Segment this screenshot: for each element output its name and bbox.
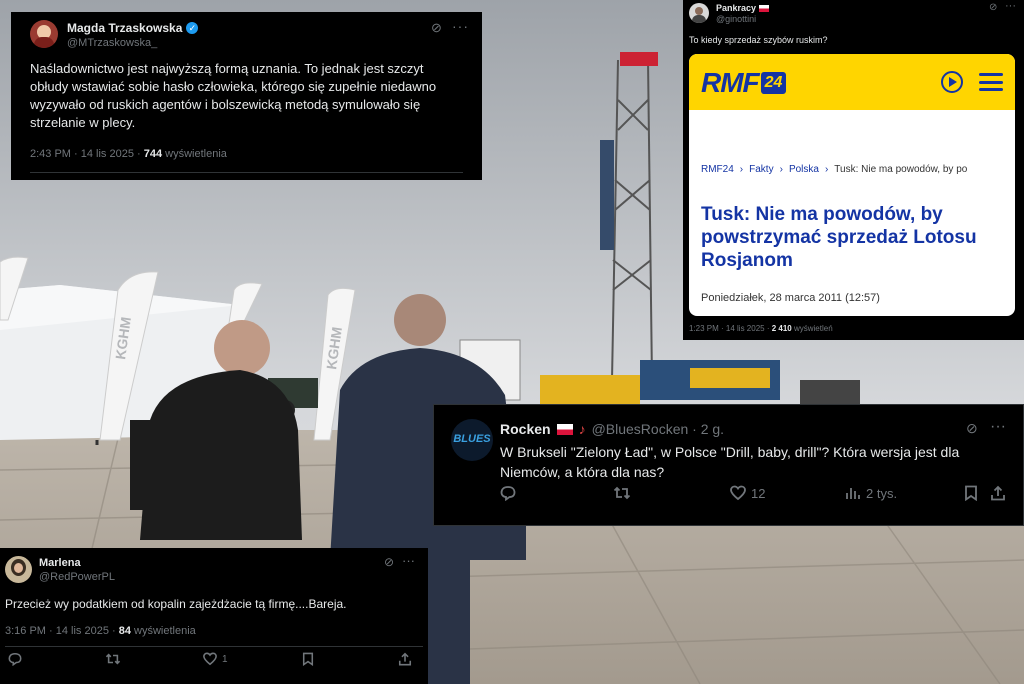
avatar-text: BLUES [453,433,491,445]
reply-icon [500,486,516,501]
view-label: wyświetlenia [130,625,196,637]
breadcrumb: RMF24 › Fakty › Polska › Tusk: Nie ma po… [701,164,967,175]
breadcrumb-item[interactable]: Polska [789,164,819,175]
tweet-time[interactable]: 3:16 PM · 14 lis 2025 · [5,625,119,637]
author-handle[interactable]: @MTrzaskowska_ [67,37,157,49]
bookmark-button[interactable] [302,652,314,666]
avatar[interactable] [689,3,709,23]
like-count: 1 [222,653,228,665]
play-circle-icon[interactable] [941,71,963,93]
poland-flag-icon [759,4,770,12]
views-chart-icon [846,488,860,499]
more-options-icon[interactable]: ··· [402,553,415,568]
link-preview-card[interactable]: RMF 24 RMF24 › Fakty › Polska › Tusk: Ni… [689,54,1015,316]
tweet-card-pankracy: Pankracy @ginottini ⊘ ··· To kiedy sprze… [683,0,1024,340]
share-icon [398,652,412,666]
view-label: wyświetleń [791,324,833,333]
share-button[interactable] [398,652,412,666]
grok-icon[interactable]: ⊘ [384,555,394,569]
avatar[interactable] [30,20,58,48]
author-name[interactable]: Pankracy [716,3,756,13]
more-options-icon[interactable]: ··· [990,418,1006,436]
repost-button[interactable] [613,485,631,501]
rmf-logo-number: 24 [760,72,787,94]
tweet-text: To kiedy sprzedaż szybów ruskim? [689,35,828,45]
author-handle[interactable]: @BluesRocken · 2 g. [592,421,725,437]
repost-icon [613,486,631,500]
rmf24-logo[interactable]: RMF 24 [701,67,787,99]
share-icon [991,485,1005,501]
rmf-logo-text: RMF [701,67,760,98]
divider [30,172,463,173]
verified-badge-icon: ✓ [186,22,199,34]
views-count: 2 tys. [866,485,898,501]
tweet-text: Naśladownictwo jest najwyższą formą uzna… [30,61,437,130]
chevron-right-icon: › [739,164,744,175]
like-button[interactable]: 12 [730,485,765,501]
heart-icon [203,652,217,666]
divider [5,646,423,647]
reply-button[interactable] [8,652,22,666]
breadcrumb-item: Tusk: Nie ma powodów, by po [834,164,968,175]
view-label: wyświetlenia [162,148,227,160]
poland-flag-icon [556,423,573,435]
tweet-text: Przecież wy podatkiem od kopalin zajeżdż… [5,597,347,611]
article-headline[interactable]: Tusk: Nie ma powodów, by powstrzymać spr… [701,203,1001,272]
tweet-meta: 1:23 PM · 14 lis 2025 · 2 410 wyświetleń [689,324,833,333]
reply-icon [8,652,22,666]
more-options-icon[interactable]: ··· [1005,0,1016,12]
tweet-card-magda: Magda Trzaskowska ✓ @MTrzaskowska_ ⊘ ···… [11,12,482,180]
author-name[interactable]: Magda Trzaskowska [67,21,182,35]
rmf-header: RMF 24 [689,54,1015,110]
grok-icon[interactable]: ⊘ [966,420,978,437]
view-count: 744 [143,148,163,160]
article-date: Poniedziałek, 28 marca 2011 (12:57) [701,292,880,304]
tweet-meta: 2:43 PM · 14 lis 2025 · 744 wyświetlenia [30,148,227,160]
chevron-right-icon: › [779,164,783,175]
grok-icon[interactable]: ⊘ [431,20,442,36]
breadcrumb-item[interactable]: Fakty [749,164,773,175]
bookmark-icon [302,652,314,666]
tweet-card-marlena: Marlena @RedPowerPL ⊘ ··· Przecież wy po… [0,548,428,684]
tweet-card-rocken: BLUES Rocken ♪ @BluesRocken · 2 g. ⊘ ···… [433,404,1024,526]
breadcrumb-item[interactable]: RMF24 [701,164,734,175]
repost-icon [105,653,121,665]
tweet-time[interactable]: 2:43 PM · 14 lis 2025 · [30,148,144,160]
share-button[interactable] [990,485,1006,501]
avatar[interactable]: BLUES [451,419,493,461]
author-handle[interactable]: @RedPowerPL [39,571,115,583]
author-name[interactable]: Marlena [39,557,81,569]
bookmark-button[interactable] [964,485,978,501]
chevron-right-icon: › [824,164,829,175]
like-button[interactable]: 1 [203,652,228,666]
author-name[interactable]: Rocken [500,421,551,437]
more-options-icon[interactable]: ··· [452,18,469,34]
grok-icon[interactable]: ⊘ [989,2,997,13]
bookmark-icon [965,485,977,501]
tweet-text: W Brukseli "Zielony Ład", w Polsce "Dril… [500,444,960,480]
view-count: 84 [118,625,131,637]
repost-button[interactable] [105,652,121,666]
like-count: 12 [751,485,766,501]
author-handle[interactable]: @ginottini [716,14,756,24]
heart-icon [730,485,746,501]
avatar[interactable] [5,556,32,583]
view-count: 2 410 [771,324,792,333]
guitar-icon: ♪ [578,421,586,437]
tweet-time[interactable]: 1:23 PM · 14 lis 2025 · [689,324,772,333]
hamburger-menu-icon[interactable] [979,73,1003,91]
reply-button[interactable] [500,485,516,501]
tweet-meta: 3:16 PM · 14 lis 2025 · 84 wyświetlenia [5,625,196,637]
views-button[interactable]: 2 tys. [845,485,897,501]
